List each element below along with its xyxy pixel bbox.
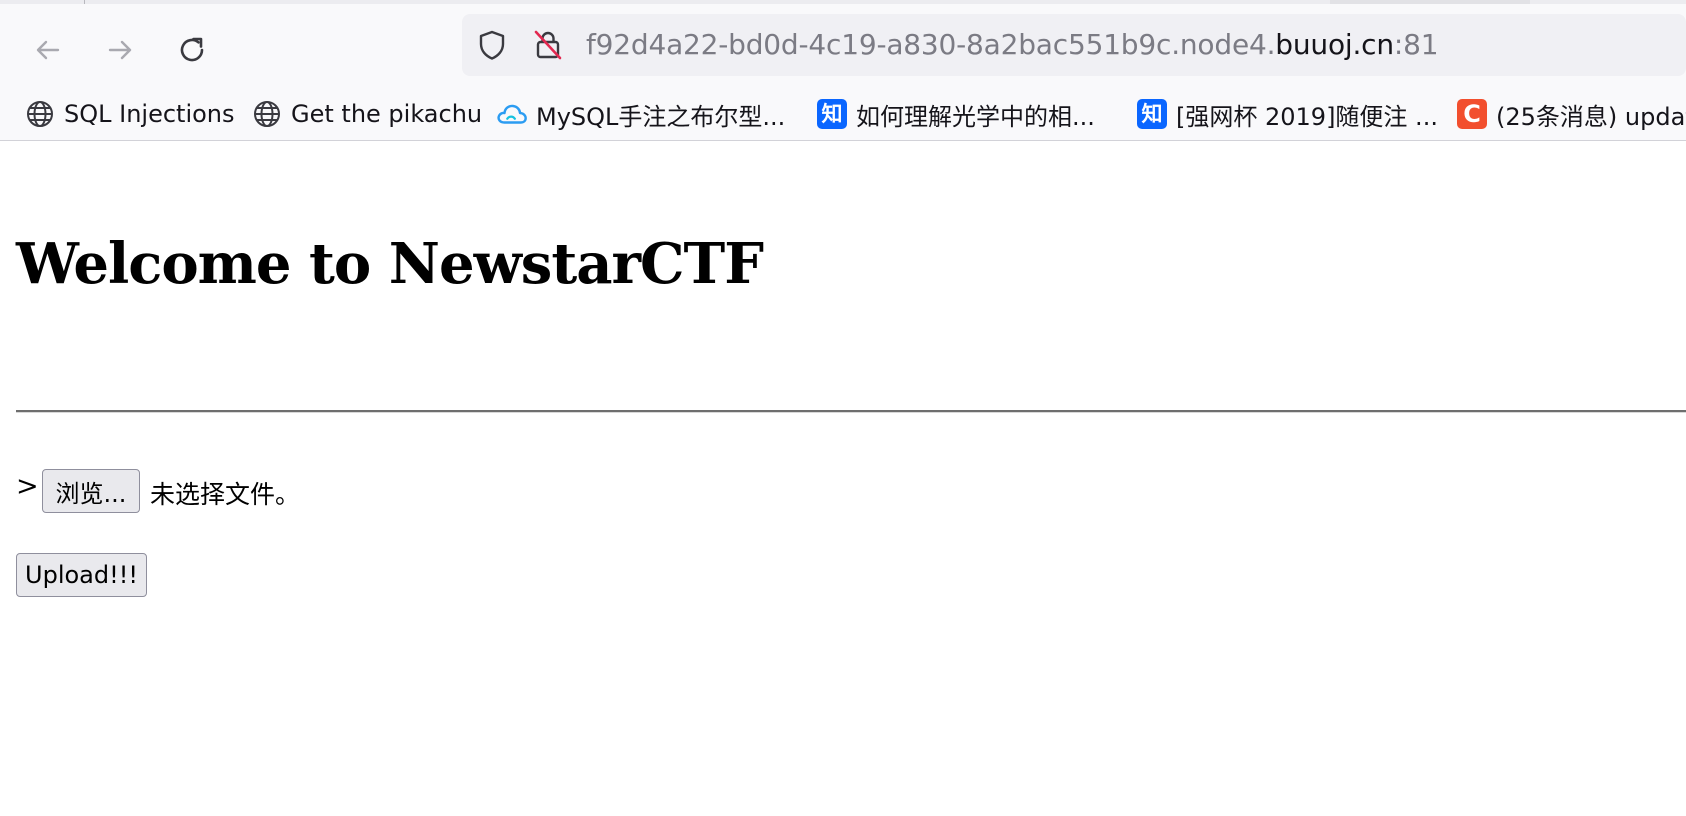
zhihu-icon-glyph: 知 bbox=[817, 99, 847, 129]
back-button[interactable] bbox=[20, 22, 76, 78]
bookmark-label: MySQL手注之布尔型... bbox=[536, 102, 786, 131]
horizontal-rule bbox=[16, 410, 1686, 413]
url-host: buuoj.cn bbox=[1275, 28, 1394, 61]
prompt-symbol: > bbox=[16, 471, 39, 502]
bookmark-zhihu-optics[interactable]: 知 如何理解光学中的相... bbox=[816, 88, 1095, 140]
arrow-right-icon bbox=[108, 40, 132, 60]
url-bar[interactable]: f92d4a22-bd0d-4c19-a830-8a2bac551b9c.nod… bbox=[462, 14, 1686, 76]
file-browse-button[interactable]: 浏览... bbox=[42, 469, 140, 513]
page-title: Welcome to NewstarCTF bbox=[16, 231, 764, 297]
tracking-protection-button[interactable] bbox=[476, 29, 508, 61]
reload-icon bbox=[180, 37, 204, 62]
bookmark-zhihu-qwb[interactable]: 知 [强网杯 2019]随便注 ... bbox=[1136, 88, 1438, 140]
site-security-button[interactable] bbox=[532, 29, 564, 61]
zhihu-icon: 知 bbox=[816, 98, 848, 130]
arrow-left-icon bbox=[36, 40, 60, 60]
globe-icon bbox=[24, 98, 56, 130]
bookmark-sql-injections[interactable]: SQL Injections bbox=[24, 88, 235, 140]
zhihu-icon-glyph: 知 bbox=[1137, 99, 1167, 129]
csdn-icon: C bbox=[1456, 98, 1488, 130]
lock-slashed-icon bbox=[534, 30, 562, 60]
zhihu-icon: 知 bbox=[1136, 98, 1168, 130]
url-subdomain: f92d4a22-bd0d-4c19-a830-8a2bac551b9c.nod… bbox=[586, 28, 1276, 61]
bookmark-csdn-update[interactable]: C (25条消息) updat bbox=[1456, 88, 1686, 140]
csdn-icon-glyph: C bbox=[1457, 99, 1487, 129]
forward-button[interactable] bbox=[92, 22, 148, 78]
bookmark-mysql-boolean[interactable]: MySQL手注之布尔型... bbox=[496, 88, 785, 140]
bookmarks-toolbar: SQL Injections Get the pikachu MySQL手注之布… bbox=[0, 88, 1686, 141]
url-text[interactable]: f92d4a22-bd0d-4c19-a830-8a2bac551b9c.nod… bbox=[586, 14, 1439, 76]
upload-button[interactable]: Upload!!! bbox=[16, 553, 147, 597]
navigation-toolbar: f92d4a22-bd0d-4c19-a830-8a2bac551b9c.nod… bbox=[0, 4, 1686, 88]
reload-button[interactable] bbox=[164, 22, 220, 78]
shield-icon bbox=[479, 30, 505, 60]
file-status-text: 未选择文件。 bbox=[150, 480, 301, 509]
cloud-icon bbox=[496, 98, 528, 130]
bookmark-label: (25条消息) updat bbox=[1496, 102, 1686, 131]
globe-icon bbox=[251, 98, 283, 130]
page-content: Welcome to NewstarCTF > 浏览... 未选择文件。 Upl… bbox=[0, 141, 1686, 816]
bookmark-get-the-pikachu[interactable]: Get the pikachu bbox=[251, 88, 482, 140]
url-port: :81 bbox=[1393, 28, 1439, 61]
bookmark-label: Get the pikachu bbox=[291, 100, 483, 128]
bookmark-label: [强网杯 2019]随便注 ... bbox=[1176, 102, 1438, 131]
bookmark-label: SQL Injections bbox=[64, 100, 235, 128]
bookmark-label: 如何理解光学中的相... bbox=[856, 102, 1095, 131]
